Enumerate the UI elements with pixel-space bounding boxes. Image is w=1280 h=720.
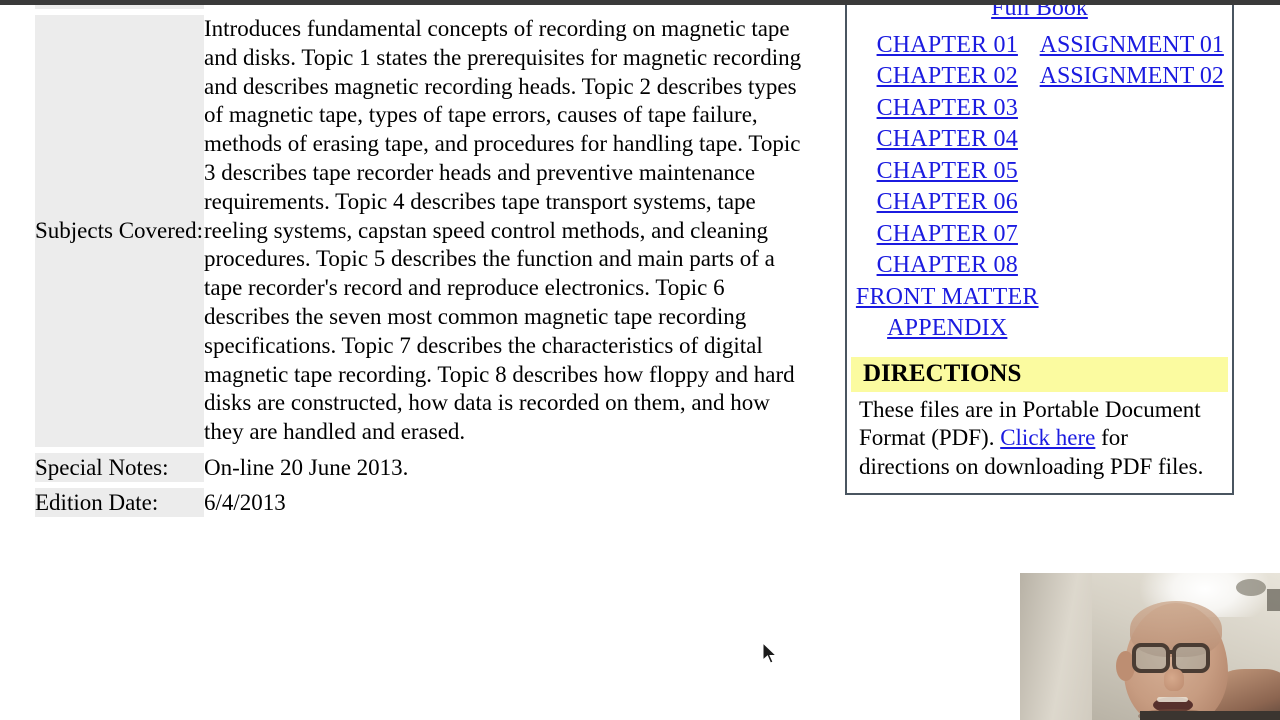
mouse-pointer: [762, 642, 778, 664]
chapter-link-07[interactable]: CHAPTER 07: [877, 221, 1018, 247]
chapter-link-03[interactable]: CHAPTER 03: [877, 95, 1018, 121]
appendix-link[interactable]: APPENDIX: [887, 315, 1007, 341]
row-label-edition-date: Edition Date:: [35, 487, 204, 517]
webcam-ceiling-vent: [1236, 579, 1266, 596]
row-value-subjects-covered: Introduces fundamental concepts of recor…: [204, 15, 835, 447]
course-detail-table: Retirement Points: 2 Subjects Covered: I…: [35, 0, 835, 523]
chapter-link-02[interactable]: CHAPTER 02: [877, 63, 1018, 89]
assignment-link-row: ASSIGNMENT 02: [1040, 62, 1225, 94]
directions-body: These files are in Portable Document For…: [847, 392, 1232, 494]
table-row: Edition Date: 6/4/2013: [35, 487, 835, 517]
webcam-wall-left: [1020, 573, 1100, 720]
pdf-links-grid: CHAPTER 01 CHAPTER 02 CHAPTER 03 CHAPTER…: [847, 29, 1232, 354]
chapter-link-05[interactable]: CHAPTER 05: [877, 158, 1018, 184]
chapter-link-06[interactable]: CHAPTER 06: [877, 189, 1018, 215]
webcam-video-overlay[interactable]: [1020, 573, 1280, 720]
assignment-link-02[interactable]: ASSIGNMENT 02: [1040, 63, 1224, 89]
chapter-link-01[interactable]: CHAPTER 01: [877, 32, 1018, 58]
row-label-subjects-covered: Subjects Covered:: [35, 15, 204, 447]
chapter-link-row: CHAPTER 01: [855, 31, 1040, 63]
chapter-link-row: CHAPTER 05: [855, 157, 1040, 189]
chapter-links-column: CHAPTER 01 CHAPTER 02 CHAPTER 03 CHAPTER…: [855, 31, 1040, 346]
front-matter-link[interactable]: FRONT MATTER: [856, 284, 1039, 310]
table-row: Special Notes: On-line 20 June 2013.: [35, 452, 835, 482]
row-value-special-notes: On-line 20 June 2013.: [204, 452, 835, 482]
chapter-link-08[interactable]: CHAPTER 08: [877, 252, 1018, 278]
webcam-person-teeth: [1157, 697, 1188, 702]
webcam-ceiling-fixture: [1267, 589, 1280, 611]
table-row: Subjects Covered: Introduces fundamental…: [35, 15, 835, 447]
chapter-link-row: APPENDIX: [855, 314, 1040, 346]
chapter-link-row: CHAPTER 06: [855, 188, 1040, 220]
browser-chrome-edge: [0, 0, 1280, 5]
row-value-edition-date: 6/4/2013: [204, 487, 835, 517]
chapter-link-row: CHAPTER 08: [855, 251, 1040, 283]
webcam-glasses-left-lens: [1132, 643, 1170, 673]
assignment-link-01[interactable]: ASSIGNMENT 01: [1040, 32, 1224, 58]
chapter-link-row: CHAPTER 04: [855, 125, 1040, 157]
chapter-link-row: FRONT MATTER: [855, 283, 1040, 315]
webcam-person-nose: [1164, 669, 1184, 691]
webcam-person-shirt: [1140, 711, 1280, 720]
directions-click-here-link[interactable]: Click here: [1000, 425, 1095, 450]
course-pdf-files-panel: ? Course PDF Files. Full Book CHAPTER 01…: [845, 0, 1234, 495]
chapter-link-04[interactable]: CHAPTER 04: [877, 126, 1018, 152]
webcam-glasses-bridge: [1169, 650, 1175, 654]
row-label-special-notes: Special Notes:: [35, 452, 204, 482]
chapter-link-row: CHAPTER 07: [855, 220, 1040, 252]
directions-heading: DIRECTIONS: [851, 356, 1228, 392]
chapter-link-row: CHAPTER 03: [855, 94, 1040, 126]
assignment-link-row: ASSIGNMENT 01: [1040, 31, 1225, 63]
assignment-links-column: ASSIGNMENT 01 ASSIGNMENT 02: [1040, 31, 1225, 346]
chapter-link-row: CHAPTER 02: [855, 62, 1040, 94]
subjects-covered-text: Introduces fundamental concepts of recor…: [204, 16, 802, 445]
